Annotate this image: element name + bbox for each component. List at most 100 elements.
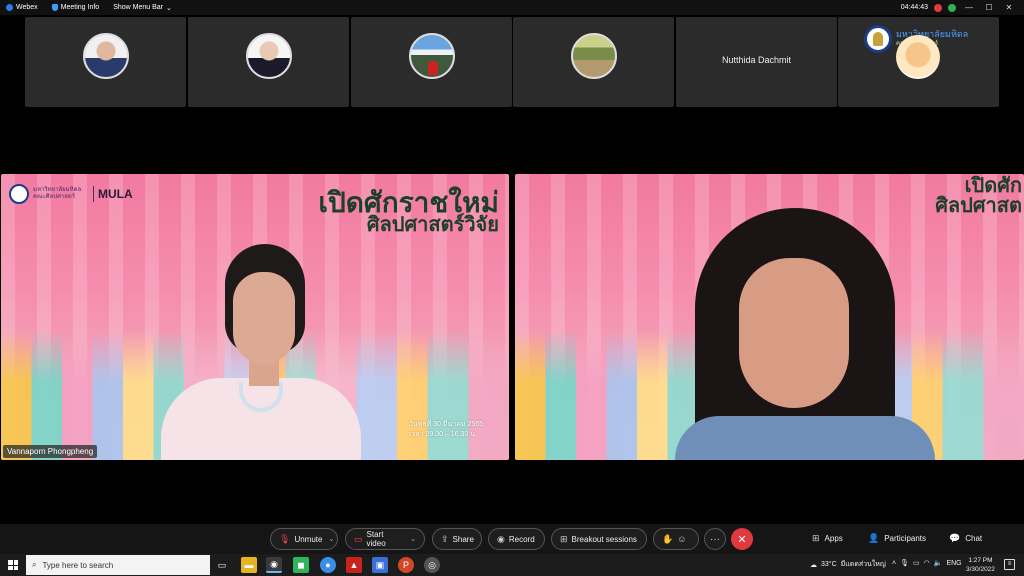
- meeting-controls: 🎙 Unmute ⌄ ▭ Start video ⌄ ⇪ Share ◉ Rec…: [0, 524, 1024, 554]
- breakout-sessions-button[interactable]: ⊞ Breakout sessions: [551, 528, 647, 550]
- webex-taskbar-icon[interactable]: ◉: [266, 557, 282, 573]
- unmute-label: Unmute: [294, 534, 323, 544]
- participants-button[interactable]: 👤 Participants: [868, 533, 926, 544]
- participant-thumbnail[interactable]: Nutthida Dachmit: [676, 17, 837, 107]
- windows-taskbar: ⌕ Type here to search ▭ ▬ ◉ ◼ ● ▲ ▣ P ◎ …: [0, 554, 1024, 576]
- meeting-info-button[interactable]: Meeting Info: [51, 4, 99, 11]
- taskbar-search[interactable]: ⌕ Type here to search: [26, 555, 210, 575]
- leave-meeting-button[interactable]: ✕: [731, 528, 753, 550]
- weather-widget[interactable]: ☁ 33°C มีแดดส่วนใหญ่: [810, 559, 886, 570]
- apps-button[interactable]: ⊞ Apps: [812, 533, 843, 544]
- date-line1: วันพุธที่ 30 มีนาคม 2565: [409, 421, 484, 428]
- chevron-up-icon[interactable]: ˄: [892, 560, 896, 567]
- record-icon: ◉: [497, 533, 505, 544]
- file-explorer-icon[interactable]: ▬: [241, 557, 257, 573]
- weather-temp: 33°C: [821, 561, 837, 568]
- app-menu[interactable]: Webex: [6, 4, 38, 11]
- minimize-icon[interactable]: —: [962, 3, 976, 12]
- participants-icon: 👤: [868, 533, 880, 543]
- headline-line1: เปิดศักราชใหม่: [318, 187, 499, 218]
- notification-icon[interactable]: ≡: [1004, 559, 1015, 570]
- participant-thumbnail[interactable]: [25, 17, 186, 107]
- brand-divider: [93, 186, 94, 202]
- start-video-button[interactable]: ▭ Start video ⌄: [345, 528, 425, 550]
- speaker-icon[interactable]: 🔈: [934, 559, 943, 567]
- share-label: Share: [452, 534, 474, 544]
- close-icon[interactable]: ✕: [1002, 3, 1016, 12]
- university-seal-icon: [864, 25, 892, 53]
- app-name: Webex: [16, 4, 38, 11]
- line-app-icon[interactable]: ◼: [293, 557, 309, 573]
- system-tray: ˄ 🎙 ▭ ◠ 🔈 ENG: [892, 559, 962, 568]
- video-tile-active-speaker[interactable]: มหาวิทยาลัยมหิดล คณะศิลปศาสตร์ MULA เปิด…: [1, 174, 509, 460]
- avatar: [246, 33, 292, 79]
- chevron-down-icon: ⌄: [166, 4, 172, 12]
- search-icon: ⌕: [32, 560, 37, 569]
- windows-start-icon[interactable]: [8, 560, 18, 570]
- unmute-button[interactable]: 🎙 Unmute ⌄: [270, 528, 338, 550]
- recording-status-icon[interactable]: [934, 3, 942, 12]
- brand-mark: MULA: [98, 187, 133, 201]
- event-headline: เปิดศักราชใหม่ ศิลปศาสตร์วิจัย: [318, 187, 499, 237]
- participant-thumbnail[interactable]: มหาวิทยาลัยมหิดล คณะศิลปศาสตร์: [838, 17, 999, 107]
- cloud-icon: ☁: [810, 561, 817, 569]
- breakout-icon: ⊞: [560, 533, 568, 544]
- reactions-button[interactable]: ✋ ☺: [653, 528, 699, 550]
- photos-icon[interactable]: ▣: [372, 557, 388, 573]
- participant-thumbnail[interactable]: [513, 17, 674, 107]
- participants-label: Participants: [884, 534, 927, 543]
- battery-icon[interactable]: ▭: [913, 559, 920, 567]
- breakout-label: Breakout sessions: [571, 534, 637, 544]
- chevron-down-icon[interactable]: ⌄: [410, 535, 416, 543]
- participant-name: Nutthida Dachmit: [721, 55, 792, 65]
- video-tile-participant[interactable]: เปิดศัก ศิลปศาสต: [515, 174, 1024, 460]
- obs-icon[interactable]: ◎: [424, 557, 440, 573]
- connection-status-icon[interactable]: [948, 3, 956, 12]
- apps-icon: ⊞: [812, 533, 820, 543]
- emoji-icon: ☺: [677, 534, 687, 544]
- participant-face: [233, 272, 295, 364]
- search-placeholder: Type here to search: [42, 560, 114, 570]
- maximize-icon[interactable]: ☐: [982, 3, 996, 12]
- avatar: [571, 33, 617, 79]
- avatar: [896, 35, 940, 79]
- participant-thumbnail[interactable]: [188, 17, 349, 107]
- participant-thumbnail[interactable]: [351, 17, 512, 107]
- chat-icon: 💬: [949, 533, 961, 543]
- wifi-icon[interactable]: ◠: [924, 559, 930, 567]
- titlebar-right: 04:44:43 — ☐ ✕: [901, 3, 1016, 12]
- show-menu-bar-label: Show Menu Bar: [113, 4, 164, 11]
- show-menu-bar-button[interactable]: Show Menu Bar ⌄: [113, 4, 172, 12]
- participant-name-tag: Vannaporn Phongpheng: [3, 445, 98, 458]
- taskbar-clock[interactable]: 1:27 PM 3/30/2022: [966, 556, 995, 574]
- record-button[interactable]: ◉ Record: [488, 528, 545, 550]
- record-label: Record: [508, 534, 535, 544]
- chevron-down-icon[interactable]: ⌄: [328, 535, 334, 543]
- chrome-icon[interactable]: ●: [320, 557, 336, 573]
- shield-icon: [51, 4, 58, 11]
- microphone-muted-icon: 🎙: [279, 533, 291, 544]
- event-headline: เปิดศัก ศิลปศาสต: [935, 176, 1022, 216]
- share-button[interactable]: ⇪ Share: [432, 528, 482, 550]
- chat-label: Chat: [965, 534, 983, 543]
- headline-line2: ศิลปศาสต: [935, 195, 1022, 217]
- share-icon: ⇪: [441, 533, 449, 544]
- apps-label: Apps: [824, 534, 843, 543]
- participant-face: [739, 258, 849, 408]
- powerpoint-icon[interactable]: P: [398, 557, 414, 573]
- date-line2: เวลา 09.30 – 16.30 น.: [409, 431, 477, 438]
- video-off-icon: ▭: [354, 533, 363, 544]
- participant-video: [675, 208, 935, 460]
- language-indicator[interactable]: ENG: [946, 560, 961, 567]
- more-options-button[interactable]: ···: [704, 528, 726, 550]
- acrobat-icon[interactable]: ▲: [346, 557, 362, 573]
- weather-desc: มีแดดส่วนใหญ่: [840, 561, 886, 568]
- microphone-icon[interactable]: 🎙: [900, 559, 909, 567]
- brand-text: มหาวิทยาลัยมหิดล คณะศิลปศาสตร์: [33, 187, 82, 200]
- meeting-timer: 04:44:43: [900, 4, 928, 11]
- avatar: [83, 33, 129, 79]
- task-view-icon[interactable]: ▭: [214, 557, 230, 573]
- chat-button[interactable]: 💬 Chat: [949, 533, 982, 544]
- close-icon: ✕: [737, 533, 747, 546]
- university-seal-icon: [9, 184, 29, 204]
